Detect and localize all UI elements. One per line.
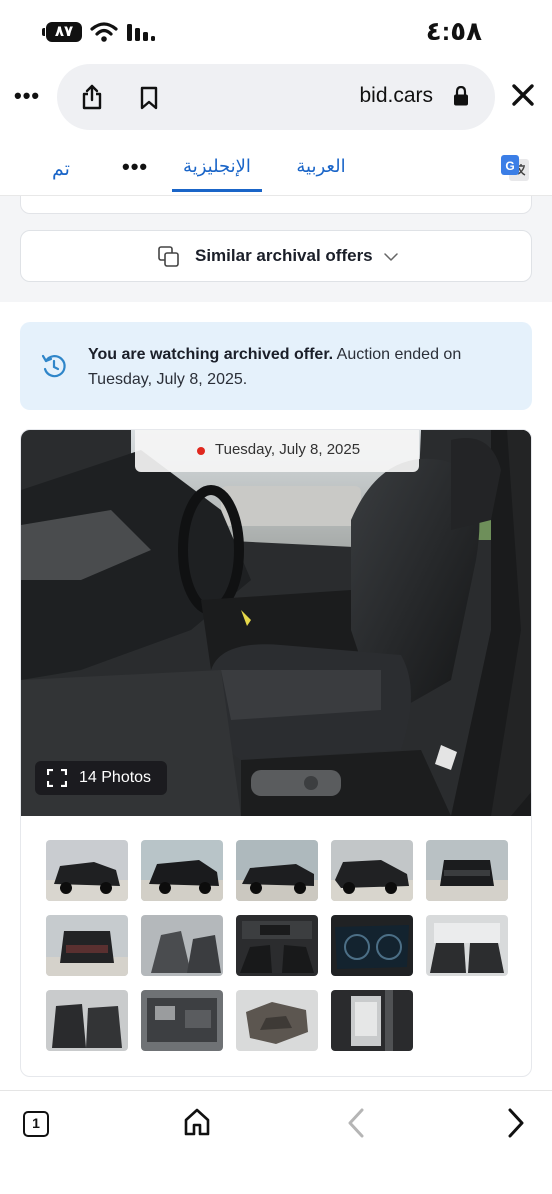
auction-date-badge: Tuesday, July 8, 2025 xyxy=(135,430,419,472)
archived-notice-text: You are watching archived offer. Auction… xyxy=(88,342,508,392)
thumbnail[interactable] xyxy=(236,840,318,901)
back-arrow-icon[interactable] xyxy=(342,1107,372,1139)
battery-indicator: ٨٧ xyxy=(42,22,82,42)
thumbnail[interactable] xyxy=(236,915,318,976)
tabs-button[interactable]: 1 xyxy=(23,1111,49,1137)
thumbnail[interactable] xyxy=(46,840,128,901)
wifi-icon xyxy=(90,22,118,42)
offer-main-card: You are watching archived offer. Auction… xyxy=(0,302,552,1090)
more-options-icon[interactable]: ••• xyxy=(14,85,40,107)
thumbnail[interactable] xyxy=(236,990,318,1051)
tab-english[interactable]: الإنجليزية xyxy=(172,156,262,192)
similar-offers-button[interactable]: Similar archival offers xyxy=(20,230,532,282)
thumbnail[interactable] xyxy=(141,990,223,1051)
translate-bar: تم ••• الإنجليزية العربية G xyxy=(0,134,552,196)
status-clock: ٤:٥٨ xyxy=(425,16,482,46)
archived-notice-strong: You are watching archived offer. xyxy=(88,346,334,363)
thumbnail[interactable] xyxy=(46,990,128,1051)
interior-photo-image xyxy=(21,430,531,816)
thumbnail[interactable] xyxy=(331,915,413,976)
home-icon[interactable] xyxy=(182,1107,212,1137)
tab-arabic[interactable]: العربية xyxy=(292,156,350,177)
translate-more-icon[interactable]: ••• xyxy=(122,154,148,180)
bookmark-icon[interactable] xyxy=(139,86,159,110)
thumbnail[interactable] xyxy=(141,840,223,901)
history-icon xyxy=(41,354,66,378)
thumbnail[interactable] xyxy=(426,915,508,976)
google-translate-icon: G xyxy=(501,155,529,181)
auction-date: Tuesday, July 8, 2025 xyxy=(215,441,361,458)
copy-icon xyxy=(158,246,179,267)
photo-gallery: Tuesday, July 8, 2025 14 Photos xyxy=(20,429,532,1077)
archived-offer-notice: You are watching archived offer. Auction… xyxy=(20,322,532,410)
forward-arrow-icon[interactable] xyxy=(500,1107,530,1139)
lock-icon xyxy=(454,86,468,106)
thumbnail[interactable] xyxy=(331,840,413,901)
photo-count-button[interactable]: 14 Photos xyxy=(35,761,167,795)
chevron-down-icon xyxy=(384,253,398,261)
main-vehicle-photo[interactable]: Tuesday, July 8, 2025 14 Photos xyxy=(21,430,531,816)
photo-count-label: 14 Photos xyxy=(79,769,152,786)
similar-offers-label: Similar archival offers xyxy=(195,246,373,265)
url-field[interactable]: bid.cars xyxy=(57,64,495,130)
translate-done-button[interactable]: تم xyxy=(52,158,70,181)
fullscreen-icon xyxy=(47,769,67,787)
page-content: Similar archival offers You are watching… xyxy=(0,196,552,1090)
browser-toolbar: 1 xyxy=(0,1090,552,1194)
sales-history-card[interactable] xyxy=(20,196,532,214)
url-text: bid.cars xyxy=(359,84,433,107)
share-icon[interactable] xyxy=(81,84,103,110)
thumbnail[interactable] xyxy=(141,915,223,976)
status-bar: ٨٧ ٤:٥٨ xyxy=(0,0,552,62)
status-dot xyxy=(197,447,205,455)
thumbnail[interactable] xyxy=(331,990,413,1051)
svg-text:G: G xyxy=(505,159,514,173)
thumbnail[interactable] xyxy=(46,915,128,976)
browser-address-bar: ••• bid.cars xyxy=(0,62,552,134)
thumbnail[interactable] xyxy=(426,840,508,901)
close-icon[interactable] xyxy=(508,80,538,110)
cellular-signal-icon xyxy=(127,24,155,41)
